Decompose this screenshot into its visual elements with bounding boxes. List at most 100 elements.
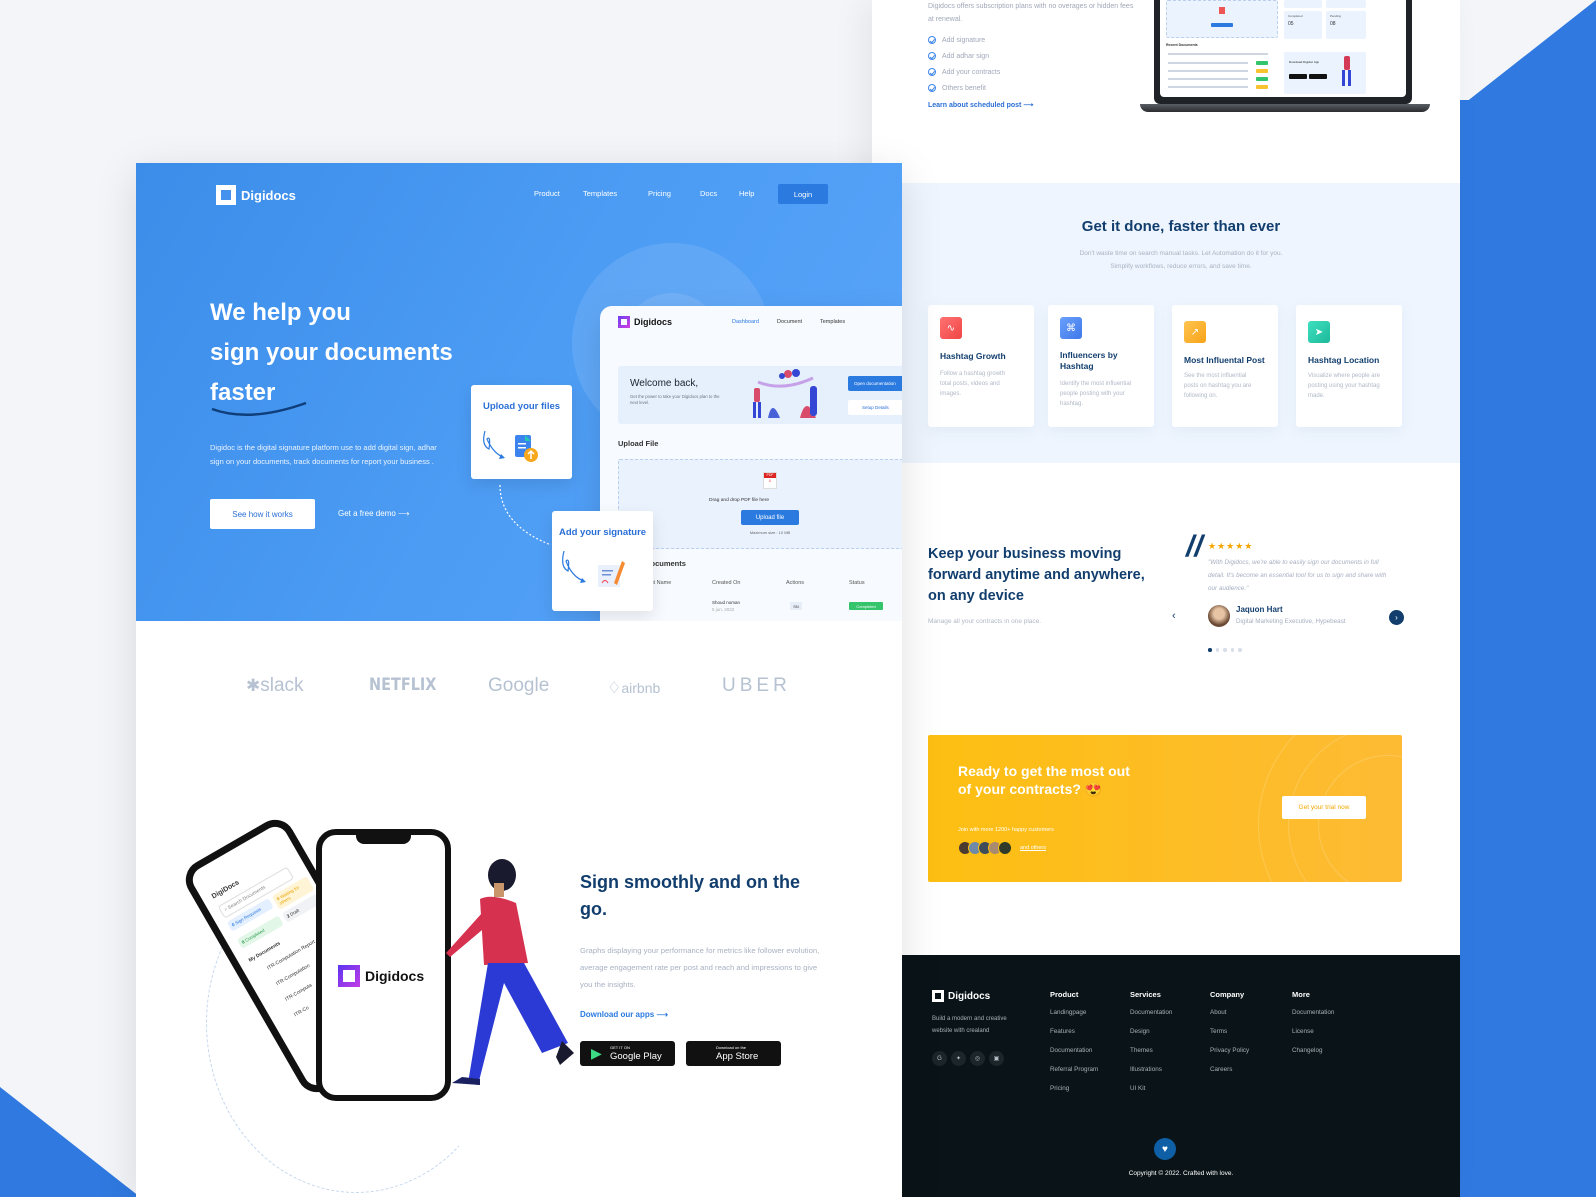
features-subtitle: Don't waste time on search manual tasks.… bbox=[1079, 250, 1283, 270]
footer-link[interactable]: Referral Program bbox=[1050, 1066, 1098, 1085]
upload-section-title: Upload File bbox=[618, 439, 659, 448]
testimonial-avatar bbox=[1208, 605, 1230, 627]
linkedin-icon[interactable]: ▣ bbox=[989, 1051, 1004, 1066]
download-apps-link[interactable]: Download our apps ⟶ bbox=[580, 1010, 668, 1019]
footer-link[interactable]: Documentation bbox=[1050, 1047, 1098, 1066]
dashboard-tab-templates[interactable]: Templates bbox=[820, 319, 845, 325]
action-badge[interactable]: SN bbox=[790, 602, 802, 610]
footer-link[interactable]: Documentation bbox=[1130, 1009, 1172, 1028]
customer-avatars bbox=[958, 841, 1012, 855]
footer-link[interactable]: License bbox=[1292, 1028, 1334, 1047]
carousel-dot[interactable] bbox=[1208, 648, 1212, 652]
footer-link[interactable]: UI Kit bbox=[1130, 1085, 1172, 1104]
testimonial-role: Digital Marketing Executive, Hypebeast bbox=[1236, 618, 1346, 625]
nav-product[interactable]: Product bbox=[534, 189, 560, 198]
laptop-app-card: Download Digidoc App bbox=[1284, 52, 1366, 94]
celebration-illustration bbox=[753, 369, 817, 418]
cta-join-text: Join with more 1200+ happy customers bbox=[958, 827, 1054, 833]
arrow-right-icon: ⟶ bbox=[656, 1010, 668, 1019]
logo-icon bbox=[216, 185, 236, 205]
nav-pricing[interactable]: Pricing bbox=[648, 189, 671, 198]
footer-link[interactable]: Documentation bbox=[1292, 1009, 1334, 1028]
learn-scheduled-post-link[interactable]: Learn about scheduled post ⟶ bbox=[928, 101, 1033, 109]
footer-column-company: Company About Terms Privacy Policy Caree… bbox=[1210, 990, 1249, 1085]
testimonial-section-title: Keep your business moving forward anytim… bbox=[928, 546, 1145, 604]
features-title: Get it done, faster than ever bbox=[1081, 218, 1281, 235]
benefit-list: Add signature Add adhar sign Add your co… bbox=[928, 32, 1000, 96]
footer-link[interactable]: Design bbox=[1130, 1028, 1172, 1047]
twitter-icon[interactable]: ✦ bbox=[951, 1051, 966, 1066]
secondary-page-preview: Digidocs offers subscription plans with … bbox=[872, 0, 1460, 1197]
nav-docs[interactable]: Docs bbox=[700, 189, 717, 198]
logo-icon bbox=[618, 316, 630, 328]
instagram-icon[interactable]: ◎ bbox=[970, 1051, 985, 1066]
footer-link[interactable]: Landingpage bbox=[1050, 1009, 1098, 1028]
footer-link[interactable]: Themes bbox=[1130, 1047, 1172, 1066]
copyright: Copyright © 2022. Crafted with love. bbox=[1128, 1170, 1234, 1177]
cta-title: Ready to get the most out of your contra… bbox=[958, 763, 1130, 797]
trend-up-icon: ↗ bbox=[1184, 321, 1206, 343]
benefit-item: Add your contracts bbox=[928, 64, 1000, 80]
carousel-dot[interactable] bbox=[1230, 648, 1234, 652]
status-badge: Completed bbox=[849, 602, 883, 610]
footer-logo[interactable]: Digidocs bbox=[932, 990, 990, 1002]
benefit-item: Others benefit bbox=[928, 80, 1000, 96]
footer-column-product: Product Landingpage Features Documentati… bbox=[1050, 990, 1098, 1104]
phone-mockup-front: Digidocs bbox=[316, 829, 451, 1101]
nav-help[interactable]: Help bbox=[739, 189, 754, 198]
file-drop-zone[interactable]: PDF ⅄ Drag and drop PDF file here Upload … bbox=[618, 459, 902, 549]
footer-link[interactable]: Features bbox=[1050, 1028, 1098, 1047]
footer-link[interactable]: Privacy Policy bbox=[1210, 1047, 1249, 1066]
dashboard-tab-dashboard[interactable]: Dashboard bbox=[732, 319, 759, 325]
footer-column-services: Services Documentation Design Themes Ill… bbox=[1130, 990, 1172, 1104]
footer-link[interactable]: Illustrations bbox=[1130, 1066, 1172, 1085]
footer-link[interactable]: About bbox=[1210, 1009, 1249, 1028]
google-logo: Google bbox=[488, 675, 550, 696]
logo-icon bbox=[932, 990, 944, 1002]
footer-link[interactable]: Careers bbox=[1210, 1066, 1249, 1085]
get-trial-button[interactable]: Get your trial now bbox=[1282, 796, 1366, 819]
carousel-dot[interactable] bbox=[1223, 648, 1227, 652]
check-circle-icon bbox=[928, 84, 936, 92]
step-card-upload: Upload your files bbox=[471, 385, 572, 479]
login-button[interactable]: Login bbox=[778, 184, 828, 204]
landing-page-preview: Digidocs Product Templates Pricing Docs … bbox=[136, 163, 902, 1197]
airbnb-logo: ♢airbnb bbox=[607, 680, 661, 697]
pulse-icon: ∿ bbox=[940, 317, 962, 339]
carousel-dot[interactable] bbox=[1215, 648, 1219, 652]
walking-person-illustration bbox=[446, 859, 574, 1085]
stat-pending: Pending 08 bbox=[1326, 11, 1366, 39]
footer-link[interactable]: Terms bbox=[1210, 1028, 1249, 1047]
carousel-dots bbox=[1208, 648, 1242, 652]
free-demo-link[interactable]: Get a free demo ⟶ bbox=[338, 509, 410, 518]
hero-section: Digidocs Product Templates Pricing Docs … bbox=[136, 163, 902, 621]
underline-swoosh bbox=[211, 401, 307, 417]
background-accent-right bbox=[1460, 100, 1596, 1197]
pricing-intro: Digidocs offers subscription plans with … bbox=[928, 3, 1134, 23]
heart-icon: ♥ bbox=[1154, 1138, 1176, 1160]
dashboard-tab-document[interactable]: Document bbox=[777, 319, 802, 325]
check-circle-icon bbox=[928, 52, 936, 60]
google-play-button[interactable]: ▶ GET IT ON Google Play bbox=[580, 1041, 675, 1066]
testimonial-quote: "With Digidocs, we're able to easily sig… bbox=[1208, 559, 1387, 592]
table-row[interactable]: Shoud noman 5 jun, 2022 bbox=[712, 599, 740, 613]
carousel-prev-button[interactable]: ‹ bbox=[1172, 610, 1176, 622]
see-how-it-works-button[interactable]: See how it works bbox=[210, 499, 315, 529]
setup-details-button[interactable]: Setup Details bbox=[848, 400, 902, 415]
footer-link[interactable]: Pricing bbox=[1050, 1085, 1098, 1104]
and-others-link[interactable]: and others bbox=[1020, 845, 1046, 851]
benefit-item: Add adhar sign bbox=[928, 48, 1000, 64]
column-header: Created On bbox=[712, 580, 741, 586]
carousel-dot[interactable] bbox=[1238, 648, 1242, 652]
app-store-button[interactable]: Download on the App Store bbox=[686, 1041, 781, 1066]
social-links: G ✦ ◎ ▣ bbox=[932, 1051, 1004, 1066]
brand-logo[interactable]: Digidocs bbox=[216, 185, 296, 205]
upload-file-button[interactable]: Upload file bbox=[741, 510, 799, 525]
nav-templates[interactable]: Templates bbox=[583, 189, 617, 198]
open-documentation-button[interactable]: Open documentation bbox=[848, 376, 902, 391]
carousel-next-button[interactable]: › bbox=[1389, 610, 1404, 625]
feature-card: ⌘ Influencers by Hashtag Identify the mo… bbox=[1048, 305, 1154, 427]
footer-link[interactable]: Changelog bbox=[1292, 1047, 1334, 1066]
google-icon[interactable]: G bbox=[932, 1051, 947, 1066]
laptop-mockup: Completed 05 Pending 08 Recent Documents… bbox=[1140, 0, 1430, 118]
